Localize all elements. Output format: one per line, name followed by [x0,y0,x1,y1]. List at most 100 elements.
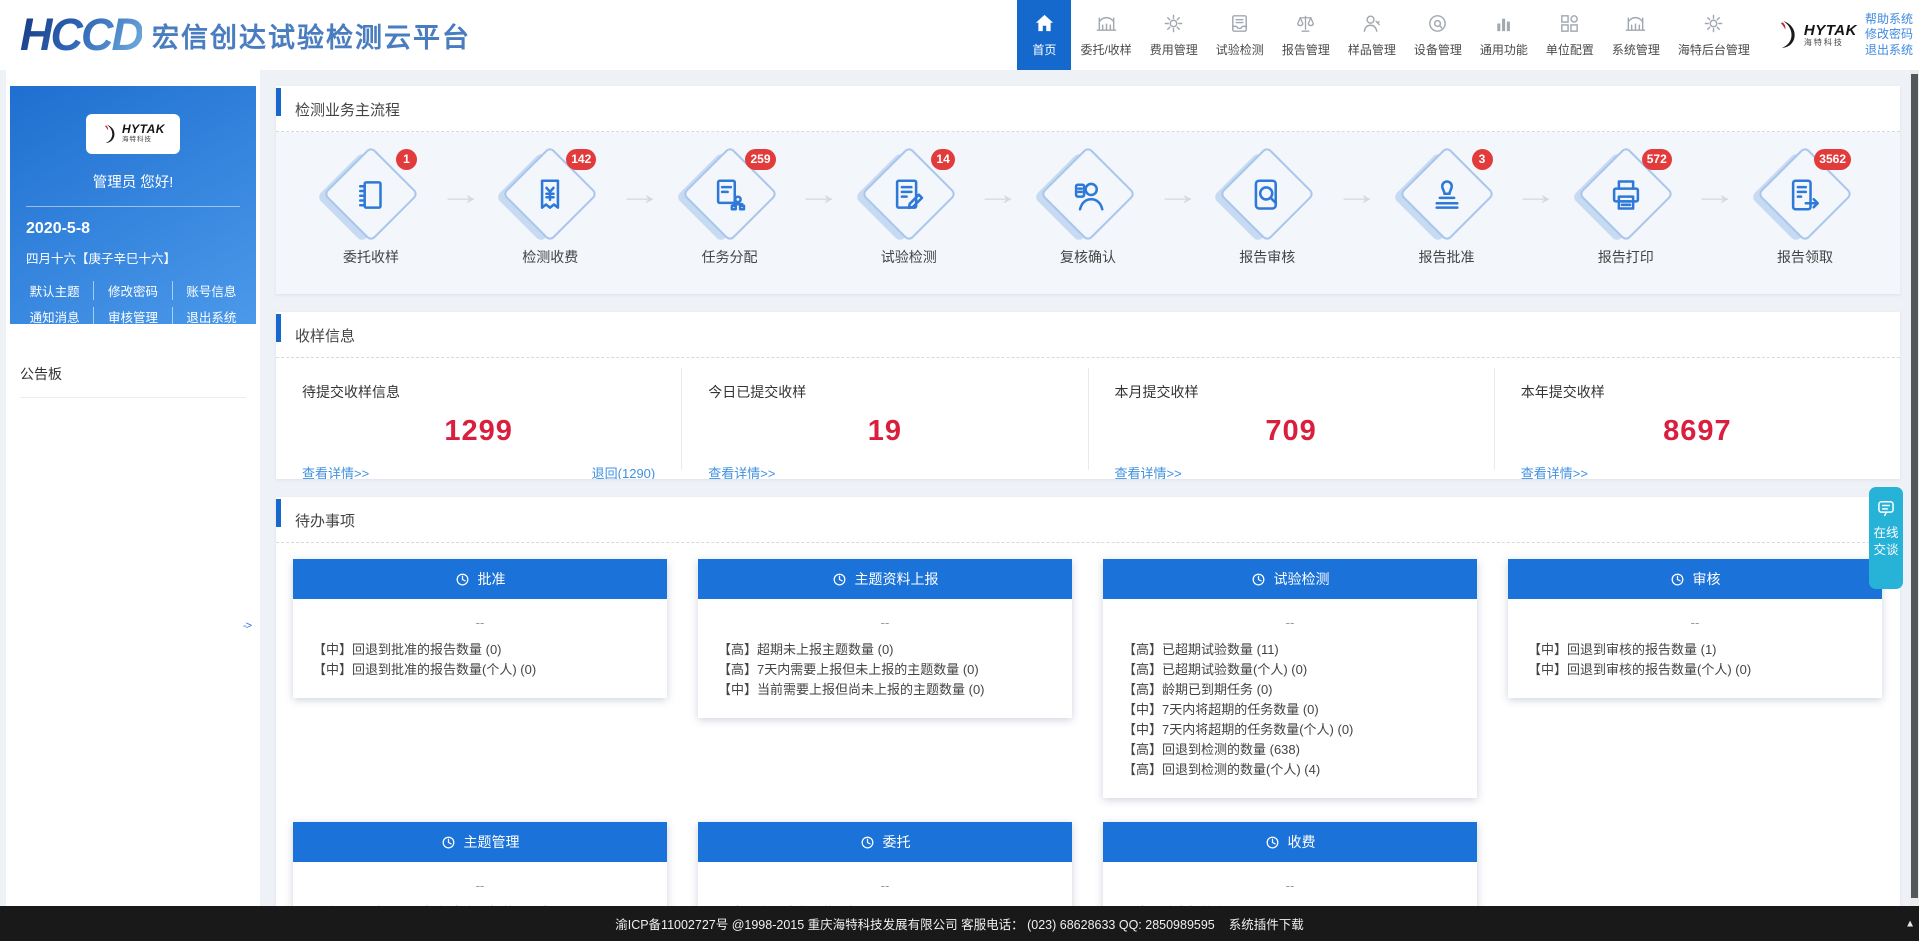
sidebar-links-row2: 通知消息 审核管理 退出系统 [16,307,250,326]
header-quick-links: 帮助系统 修改密码 退出系统 [1865,12,1913,59]
stat-submitted-month: 本月提交收样 709 查看详情>> [1089,368,1495,470]
todo-item[interactable]: 【高】超期未上报主题数量 (0) [718,640,1052,660]
todo-item[interactable]: 【高】已超期试验数量 (11) [1123,640,1457,660]
todo-card-header[interactable]: 试验检测 [1103,559,1477,599]
nav-item-common-functions[interactable]: 通用功能 [1471,0,1537,70]
doc-search-icon [1248,176,1286,214]
plugin-download-link[interactable]: 系统插件下载 [1229,914,1304,933]
clock-icon [1670,572,1685,587]
flow-step-report-approve[interactable]: 3 报告批准 [1398,152,1496,267]
todo-item[interactable]: 【中】7天内将超期的任务数量 (0) [1123,700,1457,720]
todo-card-topic-report: 主题资料上报 -- 【高】超期未上报主题数量 (0) 【高】7天内需要上报但未上… [698,559,1072,718]
sidebar-collapse-handle[interactable]: -> [243,620,251,632]
section-title: 待办事项 [276,497,1900,542]
nav-item-home[interactable]: 首页 [1017,0,1071,70]
flow-step-review-confirm[interactable]: 复核确认 [1039,152,1137,267]
placeholder: -- [1123,878,1457,893]
todo-card-header[interactable]: 主题管理 [293,822,667,862]
help-system-link[interactable]: 帮助系统 [1865,12,1913,28]
gear-icon [1702,12,1725,35]
doc-out-icon [1786,176,1824,214]
bridge-icon [1624,12,1647,35]
nav-item-entrust-sampling[interactable]: 委托/收样 [1071,0,1140,70]
footer: 渝ICP备11002727号 @1998-2015 重庆海特科技发展有限公司 客… [0,906,1919,941]
todo-card-header[interactable]: 审核 [1508,559,1882,599]
view-details-link[interactable]: 查看详情>> [302,463,369,479]
person-review-icon [1069,176,1107,214]
todo-item[interactable]: 【中】回退到审核的报告数量 (1) [1528,640,1862,660]
todo-item[interactable]: 【高】已超期试验数量(个人) (0) [1123,660,1457,680]
nav-item-hytak-backend[interactable]: 海特后台管理 [1669,0,1759,70]
review-management-link[interactable]: 审核管理 [93,307,171,326]
view-details-link[interactable]: 查看详情>> [708,463,775,479]
flow-step-report-print[interactable]: 572 报告打印 [1577,152,1675,267]
logout-link[interactable]: 退出系统 [1865,43,1913,59]
placeholder: -- [313,878,647,893]
nav-item-fee-management[interactable]: 费用管理 [1141,0,1207,70]
flow-step-test-fee[interactable]: 142 检测收费 [501,152,599,267]
hytak-swoosh-icon [1775,19,1800,52]
app-root: HCCD 宏信创达试验检测云平台 首页 委托/收样 费用管理 试验检测 [0,0,1919,941]
todo-card-header[interactable]: 收费 [1103,822,1477,862]
online-chat-button[interactable]: 在线 交谈 [1869,487,1903,589]
scrollbar-thumb[interactable] [1911,74,1918,898]
edit-doc-icon [890,176,928,214]
todo-item[interactable]: 【中】回退到批准的报告数量 (0) [313,640,647,660]
default-theme-link[interactable]: 默认主题 [16,281,93,300]
todo-item[interactable]: 【高】回退到检测的数量(个人) (4) [1123,760,1457,780]
count-badge: 3 [1472,149,1493,170]
nav-item-unit-config[interactable]: 单位配置 [1537,0,1603,70]
todo-card-header[interactable]: 批准 [293,559,667,599]
arrow-right-icon: → [797,178,842,212]
todo-card-header[interactable]: 主题资料上报 [698,559,1072,599]
arrow-right-icon: → [1155,178,1200,212]
flow-step-report-pickup[interactable]: 3562 报告领取 [1756,152,1854,267]
todo-item[interactable]: 【高】回退到检测的数量 (638) [1123,740,1457,760]
nav-item-sample-management[interactable]: 样品管理 [1339,0,1405,70]
returned-link[interactable]: 退回(1290) [592,463,656,479]
content-column: 检测业务主流程 1 委托收样 → [276,70,1900,906]
account-info-link[interactable]: 账号信息 [172,281,250,300]
chat-bubble-icon [1876,498,1896,518]
stamp-icon [1428,176,1466,214]
todo-item[interactable]: 【中】回退到批准的报告数量(个人) (0) [313,660,647,680]
task-assign-icon [711,176,749,214]
todo-item[interactable]: 【中】7天内将超期的任务数量(个人) (0) [1123,720,1457,740]
count-badge: 259 [745,149,775,170]
nav-item-test-detection[interactable]: 试验检测 [1207,0,1273,70]
notifications-link[interactable]: 通知消息 [16,307,93,326]
change-password-link[interactable]: 修改密码 [1865,27,1913,43]
flow-step-task-assign[interactable]: 259 任务分配 [681,152,779,267]
todo-item[interactable]: 【中】当前需要上报但尚未上报的主题数量 (0) [718,680,1052,700]
flow-step-test-detection[interactable]: 14 试验检测 [860,152,958,267]
placeholder: -- [1123,615,1457,630]
view-details-link[interactable]: 查看详情>> [1115,463,1182,479]
page-title: 宏信创达试验检测云平台 [152,16,471,55]
flow-step-entrust-sampling[interactable]: 1 委托收样 [322,152,420,267]
arrow-right-icon: → [1334,178,1379,212]
scroll-top-icon[interactable]: ▲ [1905,918,1915,929]
nav-item-device-management[interactable]: 设备管理 [1405,0,1471,70]
nav-item-system-management[interactable]: 系统管理 [1603,0,1669,70]
nav-item-report-management[interactable]: 报告管理 [1273,0,1339,70]
target-icon [1426,12,1449,35]
home-icon [1033,12,1056,35]
todo-item[interactable]: 【高】龄期已到期任务 (0) [1123,680,1457,700]
todo-item[interactable]: 【中】回退到审核的报告数量(个人) (0) [1528,660,1862,680]
change-password-link[interactable]: 修改密码 [93,281,171,300]
vertical-scrollbar[interactable] [1910,70,1919,906]
logout-link[interactable]: 退出系统 [172,307,250,326]
bulletin-board-title: 公告板 [20,364,246,398]
view-details-link[interactable]: 查看详情>> [1521,463,1588,479]
placeholder: -- [1528,615,1862,630]
top-nav: 首页 委托/收样 费用管理 试验检测 报告管理 样品管理 [1017,0,1758,70]
todo-card-test-detection: 试验检测 -- 【高】已超期试验数量 (11) 【高】已超期试验数量(个人) (… [1103,559,1477,798]
bar-chart-icon [1492,12,1515,35]
flow-step-report-review[interactable]: 报告审核 [1218,152,1316,267]
todo-item[interactable]: 【高】7天内需要上报但未上报的主题数量 (0) [718,660,1052,680]
clock-icon [1251,572,1266,587]
divider [26,206,240,207]
todo-card-header[interactable]: 委托 [698,822,1072,862]
placeholder: -- [718,878,1052,893]
todo-card-entrust: 委托 -- 【中】未付清费用的委托 (0) 【中】7天内将超期但未付清费用的委托… [698,822,1072,906]
